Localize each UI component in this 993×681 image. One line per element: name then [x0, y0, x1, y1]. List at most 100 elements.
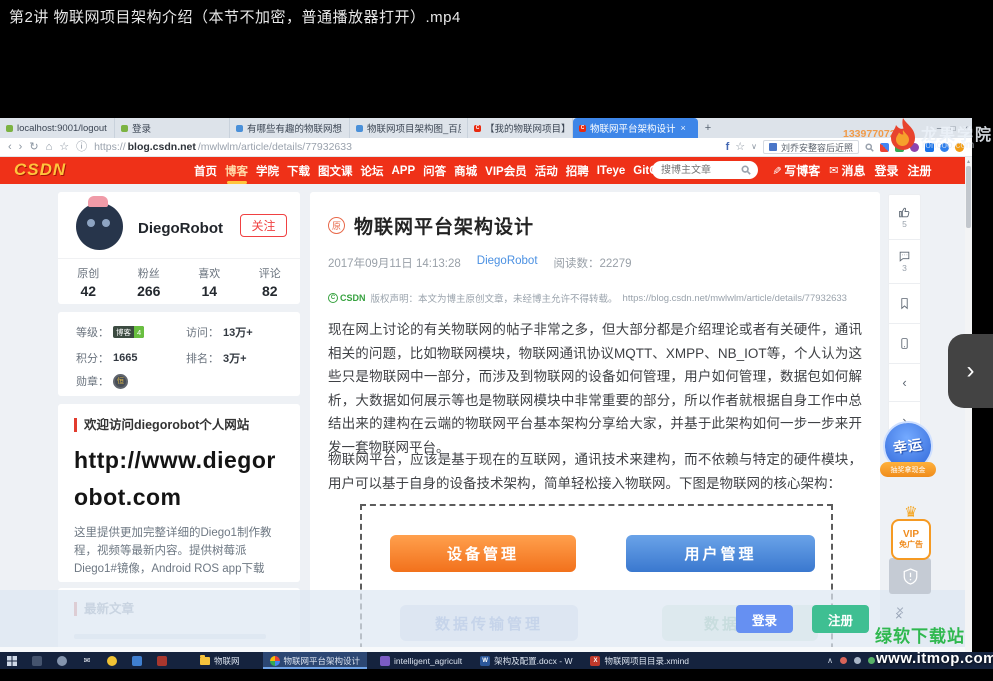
video-title: 第2讲 物联网项目架构介绍（本节不加密，普通播放器打开）.mp4	[9, 6, 461, 27]
follow-button[interactable]: 关注	[240, 214, 287, 237]
tab-close-icon[interactable]: ×	[681, 123, 686, 133]
page-content: DiegoRobot 关注 原创 42 粉丝 266 喜欢 14	[0, 184, 965, 652]
tab-favicon	[356, 125, 363, 132]
website-description: 这里提供更加完整详细的Diego1制作教程，视频等最新内容。提供树莓派Diego…	[74, 524, 286, 578]
thumbs-up-icon	[898, 206, 911, 219]
start-button[interactable]	[7, 656, 17, 666]
prev-article-button[interactable]: ‹	[888, 364, 921, 402]
lucky-draw-badge[interactable]: 幸运 抽奖拿现金	[880, 421, 936, 483]
tab-strip: localhost:9001/logout 登录 有哪些有趣的物联网想 物联网项…	[0, 118, 972, 138]
search-icon[interactable]	[741, 165, 751, 175]
messages-button[interactable]: ✉ 消息	[829, 162, 865, 179]
word-icon: W	[480, 656, 490, 666]
nav-item-mall[interactable]: 商城	[453, 157, 478, 185]
divider	[58, 258, 300, 259]
nav-item-download[interactable]: 下载	[286, 157, 311, 185]
vip-no-ads-badge[interactable]: ♛ VIP 免广告	[891, 508, 931, 560]
comment-count: 3	[902, 264, 907, 273]
website-link[interactable]: http://www.diegorobot.com	[74, 442, 288, 516]
taskbar-item-folder[interactable]: 物联网	[193, 652, 247, 669]
nav-item-home[interactable]: 首页	[193, 157, 218, 185]
nav-item-qa[interactable]: 问答	[422, 157, 447, 185]
nav-register-button[interactable]: 注册	[907, 162, 931, 179]
nav-item-vip[interactable]: VIP会员	[484, 157, 528, 185]
nav-item-blog[interactable]: 博客	[224, 157, 249, 185]
quick-search-box[interactable]: 刘乔安整容后近照	[763, 140, 859, 154]
nav-item-course[interactable]: 图文课	[317, 157, 354, 185]
blog-search-box[interactable]	[652, 161, 758, 179]
nav-item-app[interactable]: APP	[391, 159, 417, 183]
points-row: 积分： 1665	[76, 350, 137, 366]
new-tab-button[interactable]: +	[698, 118, 718, 138]
nav-item-activity[interactable]: 活动	[534, 157, 559, 185]
article-author-link[interactable]: DiegoRobot	[477, 255, 538, 271]
tab-iot-ideas[interactable]: 有哪些有趣的物联网想	[230, 118, 350, 138]
article-card: 原 物联网平台架构设计 2017年09月11日 14:13:28 DiegoRo…	[310, 192, 880, 652]
tray-expand-icon[interactable]: ∧	[827, 656, 833, 665]
taskbar-item-browser-active[interactable]: 物联网平台架构设计	[263, 652, 368, 669]
like-button[interactable]: 5	[888, 194, 921, 240]
favorite-star-icon[interactable]: ☆	[59, 142, 69, 153]
xmind-icon: X	[590, 656, 600, 666]
taskbar-item-word-doc[interactable]: W 架构及配置.docx - W	[473, 652, 579, 669]
nav-item-academy[interactable]: 学院	[255, 157, 280, 185]
profile-card: DiegoRobot 关注 原创 42 粉丝 266 喜欢 14	[58, 192, 300, 304]
pencil-icon: ✎	[770, 166, 783, 175]
dropdown-icon[interactable]: ∨	[751, 143, 757, 151]
taskbar-item-agriculture[interactable]: intelligent_agricult	[373, 652, 469, 669]
csdn-logo[interactable]: CSDN	[14, 160, 66, 180]
taskbar-item-xmind[interactable]: X 物联网项目目录.xmind	[583, 652, 696, 669]
mobile-view-button[interactable]	[888, 324, 921, 364]
write-blog-button[interactable]: ✎ 写博客	[772, 162, 820, 179]
username[interactable]: DiegoRobot	[138, 220, 223, 237]
network-icon[interactable]	[854, 657, 861, 664]
tab-localhost[interactable]: localhost:9001/logout	[0, 118, 115, 138]
taskbar-app-icon[interactable]	[57, 656, 67, 666]
search-icon[interactable]	[865, 143, 874, 152]
nav-item-iteye[interactable]: ITeye	[596, 159, 627, 183]
nav-item-jobs[interactable]: 招聘	[565, 157, 590, 185]
nav-login-button[interactable]: 登录	[874, 162, 898, 179]
tray-app-icon[interactable]	[868, 657, 875, 664]
back-icon[interactable]: ‹	[8, 142, 12, 153]
url-field[interactable]: https://blog.csdn.net/mwlwlm/article/det…	[94, 141, 352, 153]
ad-shield-button[interactable]	[889, 558, 931, 594]
playlist-flyout-handle[interactable]: ›	[948, 334, 993, 408]
csdn-navbar: CSDN 首页 博客 学院 下载 图文课 论坛 APP 问答 商城 VIP会员 …	[0, 157, 965, 184]
taskbar-app-icon[interactable]	[107, 656, 117, 666]
medal-icon[interactable]: 恒	[113, 374, 128, 389]
tray-app-icon[interactable]	[840, 657, 847, 664]
taskbar-app-icon[interactable]	[157, 656, 167, 666]
comment-button[interactable]: 3	[888, 240, 921, 284]
bookmark-star-icon[interactable]: ☆	[735, 142, 745, 153]
site-info-icon[interactable]: ⓘ	[76, 142, 87, 153]
bookmark-button[interactable]	[888, 284, 921, 324]
tab-favicon	[121, 125, 128, 132]
badge-close-icon[interactable]: ×	[896, 602, 904, 618]
overlay-register-button[interactable]: 注册	[812, 605, 869, 633]
search-input[interactable]	[659, 164, 738, 177]
image-icon	[769, 143, 777, 151]
nav-item-forum[interactable]: 论坛	[360, 157, 385, 185]
refresh-icon[interactable]: ↻	[29, 142, 38, 153]
nav-menu: 首页 博客 学院 下载 图文课 论坛 APP 问答 商城 VIP会员 活动 招聘…	[193, 157, 676, 184]
stat-likes: 喜欢 14	[179, 265, 240, 299]
forward-icon[interactable]: ›	[19, 142, 23, 153]
level-badge: 博客 4	[113, 326, 144, 338]
tab-favicon-csdn: C	[474, 125, 481, 132]
tab-login[interactable]: 登录	[115, 118, 230, 138]
mail-icon[interactable]: ✉	[82, 656, 92, 666]
overlay-login-button[interactable]: 登录	[736, 605, 793, 633]
share-icon[interactable]: f	[726, 142, 730, 153]
folder-icon[interactable]	[132, 656, 142, 666]
roncoo-flame-logo	[884, 116, 920, 156]
home-icon[interactable]: ⌂	[46, 142, 53, 153]
scroll-up-icon[interactable]: ▴	[965, 158, 972, 165]
tab-my-iot-project[interactable]: C 【我的物联网项目】第	[468, 118, 573, 138]
tab-iot-diagram[interactable]: 物联网项目架构图_百度	[350, 118, 468, 138]
article-title: 物联网平台架构设计	[354, 212, 534, 239]
avatar[interactable]	[76, 203, 123, 250]
taskbar-app-icon[interactable]	[32, 656, 42, 666]
scrollbar-thumb[interactable]	[966, 166, 971, 228]
tab-active-architecture[interactable]: C 物联网平台架构设计 ×	[573, 118, 698, 138]
